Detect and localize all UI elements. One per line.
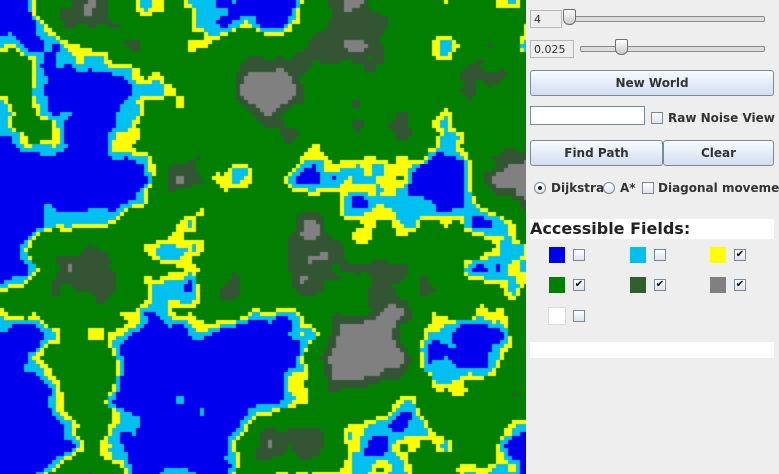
mountain-checkbox[interactable]: ✔ <box>734 279 746 291</box>
deep-water-swatch <box>549 247 565 263</box>
status-bar <box>530 342 774 358</box>
grass-checkbox[interactable]: ✔ <box>573 279 585 291</box>
astar-label: A* <box>620 181 636 195</box>
shallow-water-swatch <box>630 247 646 263</box>
snow-checkbox[interactable] <box>573 310 585 322</box>
diagonal-movement-checkbox[interactable] <box>642 182 654 194</box>
scale-value-field[interactable]: 0.025 <box>530 40 574 58</box>
path-input[interactable] <box>530 106 645 125</box>
raw-noise-label: Raw Noise View <box>668 111 775 125</box>
find-path-button[interactable]: Find Path <box>530 140 663 166</box>
diagonal-movement-label: Diagonal movement <box>658 181 779 195</box>
mountain-swatch <box>710 277 726 293</box>
dijkstra-label: Dijkstra <box>551 181 605 195</box>
accessible-fields-heading: Accessible Fields: <box>530 219 774 239</box>
grass-swatch <box>549 277 565 293</box>
slider-track <box>565 16 765 22</box>
astar-radio[interactable] <box>603 182 615 194</box>
octaves-value-field[interactable]: 4 <box>530 10 562 28</box>
slider-track <box>580 46 765 52</box>
forest-checkbox[interactable]: ✔ <box>654 279 666 291</box>
octaves-slider[interactable] <box>563 9 765 27</box>
forest-swatch <box>630 277 646 293</box>
dijkstra-radio[interactable] <box>534 182 546 194</box>
deep-water-checkbox[interactable] <box>573 249 585 261</box>
raw-noise-checkbox[interactable] <box>651 112 663 124</box>
slider-thumb[interactable] <box>614 39 628 55</box>
terrain-map-canvas[interactable] <box>0 0 526 474</box>
slider-thumb[interactable] <box>563 9 576 25</box>
sand-swatch <box>710 247 726 263</box>
new-world-button[interactable]: New World <box>530 70 774 96</box>
clear-button[interactable]: Clear <box>663 140 774 166</box>
scale-slider[interactable] <box>580 39 765 57</box>
snow-swatch <box>548 307 566 325</box>
shallow-water-checkbox[interactable] <box>654 249 666 261</box>
sand-checkbox[interactable]: ✔ <box>734 249 746 261</box>
